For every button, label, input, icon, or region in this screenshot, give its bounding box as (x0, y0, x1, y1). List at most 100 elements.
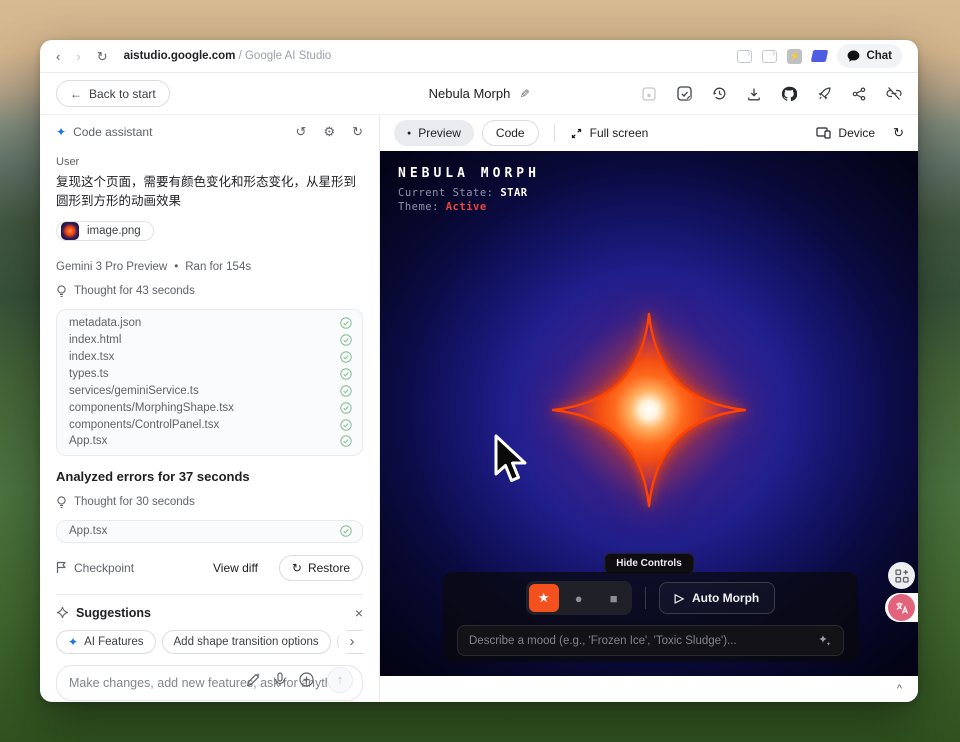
user-role-label: User (56, 156, 363, 168)
address-bar[interactable]: aistudio.google.com / Google AI Studio (124, 50, 332, 62)
hide-controls-button[interactable]: Hide Controls (604, 553, 694, 574)
add-attachment-icon[interactable] (299, 672, 314, 687)
edit-sparkle-icon[interactable] (246, 672, 261, 687)
restore-button[interactable]: ↻ Restore (279, 555, 363, 581)
history-icon[interactable] (711, 86, 727, 102)
browser-forward-icon[interactable]: › (76, 50, 80, 63)
play-icon: ▷ (675, 591, 684, 605)
check-circle-icon (340, 419, 352, 431)
mood-input[interactable] (469, 635, 817, 647)
tab-label: Code (496, 126, 525, 140)
bolt-extension-icon[interactable]: ⚡ (787, 49, 802, 64)
save-icon[interactable] (641, 86, 657, 102)
chat-label: Chat (866, 50, 892, 62)
file-row[interactable]: components/MorphingShape.tsx (69, 399, 352, 416)
file-name: metadata.json (69, 317, 141, 329)
full-screen-button[interactable]: Full screen (570, 126, 649, 140)
star-icon: ★ (538, 590, 550, 606)
save-version-icon[interactable] (676, 86, 692, 102)
file-name: components/MorphingShape.tsx (69, 402, 234, 414)
app-title-area: Nebula Morph ✎ (429, 86, 530, 101)
lightbulb-icon (56, 285, 67, 298)
attachment-chip[interactable]: image.png (56, 221, 154, 241)
rename-pencil-icon[interactable]: ✎ (519, 87, 529, 101)
check-circle-icon (340, 435, 352, 447)
file-row[interactable]: index.html (69, 332, 352, 349)
send-button[interactable]: ↑ (327, 667, 353, 693)
file-row[interactable]: types.ts (69, 365, 352, 382)
panel-settings-gear-icon[interactable]: ⚙ (323, 124, 335, 140)
control-panel: ★ ● ■ ▷ Auto Morph (443, 572, 858, 662)
tab-code[interactable]: Code (482, 120, 539, 146)
check-circle-icon (340, 334, 352, 346)
view-diff-button[interactable]: View diff (213, 561, 258, 575)
toolbar-divider (554, 124, 555, 142)
compose-box[interactable]: ↑ (56, 665, 363, 701)
file-row[interactable]: App.tsx (69, 523, 352, 540)
thought-summary-row[interactable]: Thought for 43 seconds (56, 285, 363, 298)
panel-history-icon[interactable]: ↺ (296, 124, 307, 140)
share-icon[interactable] (851, 86, 867, 102)
file-row[interactable]: App.tsx (69, 433, 352, 450)
deploy-rocket-icon[interactable] (816, 86, 832, 102)
tab-preview[interactable]: ● Preview (394, 120, 474, 146)
check-circle-icon (340, 351, 352, 363)
file-row[interactable]: services/geminiService.ts (69, 382, 352, 399)
flag-extension-icon[interactable] (811, 50, 829, 62)
chip-add-transition[interactable]: Add shape transition options (162, 630, 331, 654)
square-icon: ■ (610, 591, 618, 606)
extension-icon[interactable] (762, 50, 777, 63)
restore-label: Restore (308, 561, 350, 575)
preview-toolbar: ● Preview Code Full screen Device ↻ (380, 115, 918, 151)
chevron-up-icon[interactable]: ^ (897, 683, 902, 695)
mood-input-wrap (457, 625, 844, 656)
chip-ai-features[interactable]: ✦ AI Features (56, 630, 156, 654)
download-icon[interactable] (746, 86, 762, 102)
user-prompt-text: 复现这个页面，需要有颜色变化和形态变化，从星形到圆形到方形的动画效果 (56, 173, 363, 212)
chip-label: AI Features (84, 636, 143, 648)
device-label: Device (838, 126, 875, 140)
edited-file-card: App.tsx (56, 520, 363, 543)
code-assistant-spark-icon: ✦ (56, 125, 66, 139)
thought-summary-row[interactable]: Thought for 30 seconds (56, 496, 363, 509)
browser-chrome-bar: ‹ › ↻ aistudio.google.com / Google AI St… (40, 40, 918, 73)
back-to-start-button[interactable]: ← Back to start (56, 80, 170, 107)
generated-files-card: metadata.json index.html index.tsx types… (56, 309, 363, 456)
extension-icon[interactable] (737, 50, 752, 63)
app-preview-canvas[interactable]: NEBULA MORPH Current State: STAR Theme: … (380, 151, 918, 676)
circle-shape-button[interactable]: ● (564, 584, 594, 612)
panel-refresh-icon[interactable]: ↻ (352, 124, 363, 140)
file-name: services/geminiService.ts (69, 385, 199, 397)
github-icon[interactable] (781, 86, 797, 102)
grid-capture-extension-button[interactable] (888, 562, 915, 589)
mood-sparkle-icon[interactable] (817, 633, 832, 648)
console-collapse-bar[interactable]: ^ (380, 676, 918, 702)
attachment-thumbnail (61, 222, 79, 240)
preview-refresh-icon[interactable]: ↻ (893, 125, 904, 141)
close-suggestions-icon[interactable]: × (355, 605, 363, 621)
file-row[interactable]: components/ControlPanel.tsx (69, 416, 352, 433)
chips-scroll-right-icon[interactable]: › (339, 631, 363, 653)
link-off-icon[interactable] (886, 86, 902, 102)
lightbulb-icon (56, 496, 67, 509)
auto-morph-button[interactable]: ▷ Auto Morph (659, 582, 776, 614)
auto-morph-label: Auto Morph (692, 591, 759, 605)
attachment-name: image.png (87, 225, 141, 237)
preview-active-dot: ● (407, 130, 411, 137)
chat-button[interactable]: Chat (837, 44, 902, 68)
circle-icon: ● (575, 591, 583, 606)
file-row[interactable]: index.tsx (69, 349, 352, 366)
file-row[interactable]: metadata.json (69, 315, 352, 332)
mic-icon[interactable] (274, 672, 286, 687)
star-shape-button[interactable]: ★ (529, 584, 559, 612)
check-circle-icon (340, 402, 352, 414)
browser-back-icon[interactable]: ‹ (56, 50, 60, 63)
device-button[interactable]: Device (816, 126, 875, 140)
model-name: Gemini 3 Pro Preview (56, 261, 167, 273)
translate-extension-button[interactable] (888, 594, 915, 621)
preview-panel: ● Preview Code Full screen Device ↻ (380, 115, 918, 702)
full-screen-icon (570, 127, 583, 140)
square-shape-button[interactable]: ■ (599, 584, 629, 612)
analyzed-errors-heading: Analyzed errors for 37 seconds (56, 469, 363, 484)
browser-refresh-icon[interactable]: ↻ (97, 50, 108, 63)
